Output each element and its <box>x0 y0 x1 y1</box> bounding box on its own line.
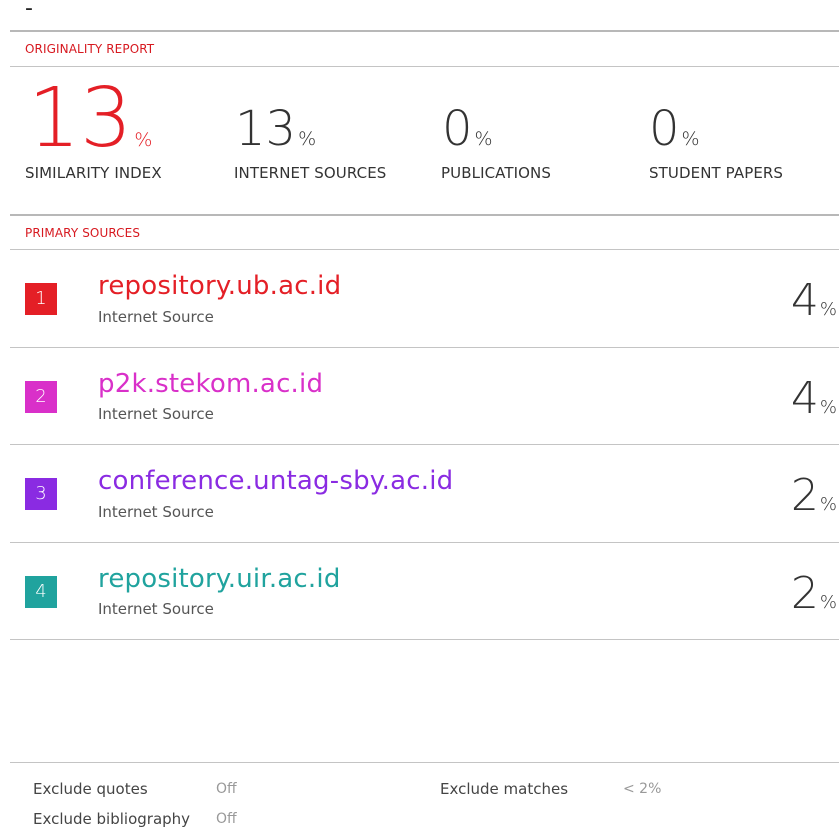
internet-sources-number: 13 <box>235 101 297 157</box>
source-percent-unit-1: % <box>819 299 837 320</box>
source-percent-1: 4% <box>791 279 837 323</box>
source-rank-badge-4: 4 <box>25 576 57 608</box>
similarity-index-number: 13 <box>28 71 133 166</box>
exclude-bibliography-value: Off <box>216 811 237 827</box>
source-divider-1 <box>10 347 839 348</box>
source-percent-2: 4% <box>791 377 837 421</box>
source-rank-badge-3: 3 <box>25 478 57 510</box>
source-name-2[interactable]: p2k.stekom.ac.id <box>98 371 323 397</box>
source-divider-4 <box>10 639 839 640</box>
source-rank-badge-2: 2 <box>25 381 57 413</box>
originality-report-label: ORIGINALITY REPORT <box>25 42 155 56</box>
footer-divider <box>10 762 839 763</box>
primary-sources-label: PRIMARY SOURCES <box>25 226 141 240</box>
student-papers-label: STUDENT PAPERS <box>649 164 784 182</box>
primary-sources-divider <box>10 249 839 250</box>
exclude-matches-value: < 2% <box>623 781 662 797</box>
internet-sources-unit: % <box>298 128 317 150</box>
source-type-3: Internet Source <box>98 503 214 521</box>
similarity-index-unit: % <box>134 129 153 151</box>
source-name-1[interactable]: repository.ub.ac.id <box>98 273 341 299</box>
publications-value: 0% <box>442 105 493 153</box>
source-name-3[interactable]: conference.untag-sby.ac.id <box>98 468 453 494</box>
publications-label: PUBLICATIONS <box>441 164 552 182</box>
student-papers-unit: % <box>681 128 700 150</box>
publications-number: 0 <box>442 101 473 157</box>
internet-sources-value: 13% <box>235 105 316 153</box>
source-type-4: Internet Source <box>98 600 214 618</box>
internet-sources-label: INTERNET SOURCES <box>234 164 387 182</box>
exclude-quotes-value: Off <box>216 781 237 797</box>
source-percent-3: 2% <box>791 474 837 518</box>
source-percent-unit-3: % <box>819 494 837 515</box>
header-dash: - <box>25 0 33 21</box>
source-percent-value-1: 4 <box>790 275 819 326</box>
similarity-index-label: SIMILARITY INDEX <box>25 164 162 182</box>
source-type-1: Internet Source <box>98 308 214 326</box>
student-papers-number: 0 <box>649 101 680 157</box>
exclude-bibliography-label: Exclude bibliography <box>33 810 191 828</box>
exclude-quotes-label: Exclude quotes <box>33 780 148 798</box>
source-type-2: Internet Source <box>98 405 214 423</box>
source-percent-value-2: 4 <box>790 373 819 424</box>
source-percent-value-4: 2 <box>790 568 819 619</box>
source-divider-3 <box>10 542 839 543</box>
stats-divider <box>10 214 839 216</box>
source-percent-4: 2% <box>791 572 837 616</box>
source-percent-unit-4: % <box>819 592 837 613</box>
exclude-matches-label: Exclude matches <box>440 780 569 798</box>
originality-divider <box>10 66 839 67</box>
source-rank-badge-1: 1 <box>25 283 57 315</box>
similarity-index-value: 13% <box>28 78 152 160</box>
student-papers-value: 0% <box>649 105 700 153</box>
source-percent-unit-2: % <box>819 397 837 418</box>
source-percent-value-3: 2 <box>790 470 819 521</box>
source-divider-2 <box>10 444 839 445</box>
publications-unit: % <box>474 128 493 150</box>
top-divider <box>10 30 839 32</box>
source-name-4[interactable]: repository.uir.ac.id <box>98 566 341 592</box>
